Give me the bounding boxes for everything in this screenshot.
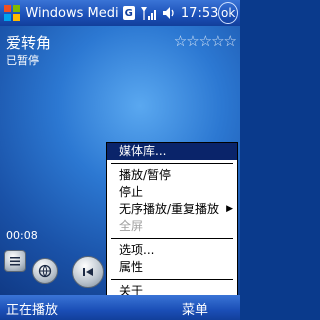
g-badge-icon: G — [122, 6, 135, 20]
globe-icon[interactable] — [32, 258, 58, 284]
volume-icon[interactable] — [161, 5, 177, 21]
previous-track-icon[interactable] — [72, 256, 104, 288]
song-title: 爱转角 — [6, 34, 52, 52]
menu-item-play-pause[interactable]: 播放/暂停 — [107, 167, 237, 184]
softkey-menu[interactable]: 菜单 — [182, 299, 208, 318]
context-menu: 媒体库... 播放/暂停 停止 无序播放/重复播放 ▶ 全屏 选项... 属性 … — [106, 142, 238, 301]
menu-item-fullscreen: 全屏 — [119, 219, 144, 233]
menu-item-shuffle-repeat-label: 无序播放/重复播放 — [119, 202, 220, 216]
signal-icon[interactable] — [140, 5, 158, 21]
elapsed-time: 00:08 — [6, 229, 38, 242]
title-bar: Windows Medi G 17:53 ok — [0, 0, 240, 26]
menu-separator — [111, 163, 233, 164]
windows-start-icon[interactable] — [2, 2, 21, 24]
close-button[interactable]: ok — [218, 2, 238, 24]
rating-stars[interactable]: ☆☆☆☆☆ — [174, 32, 237, 50]
menu-item-stop[interactable]: 停止 — [107, 184, 237, 201]
menu-item-options[interactable]: 选项... — [107, 242, 237, 259]
submenu-arrow-icon: ▶ — [226, 204, 233, 214]
softkey-now-playing[interactable]: 正在播放 — [6, 299, 58, 318]
menu-item-shuffle-repeat[interactable]: 无序播放/重复播放 ▶ — [107, 201, 237, 218]
player-area: 爱转角 已暂停 ☆☆☆☆☆ 00:08 媒体库... 播放/暂停 停止 无序播放… — [0, 26, 240, 301]
menu-item-properties[interactable]: 属性 — [107, 259, 237, 276]
softkey-bar: 正在播放 菜单 — [0, 295, 240, 320]
playlist-icon[interactable] — [4, 250, 26, 272]
menu-separator — [111, 279, 233, 280]
menu-separator — [111, 238, 233, 239]
window-title: Windows Medi — [25, 5, 119, 21]
clock[interactable]: 17:53 — [181, 6, 218, 21]
playback-status: 已暂停 — [6, 54, 39, 67]
menu-item-library[interactable]: 媒体库... — [107, 143, 237, 160]
